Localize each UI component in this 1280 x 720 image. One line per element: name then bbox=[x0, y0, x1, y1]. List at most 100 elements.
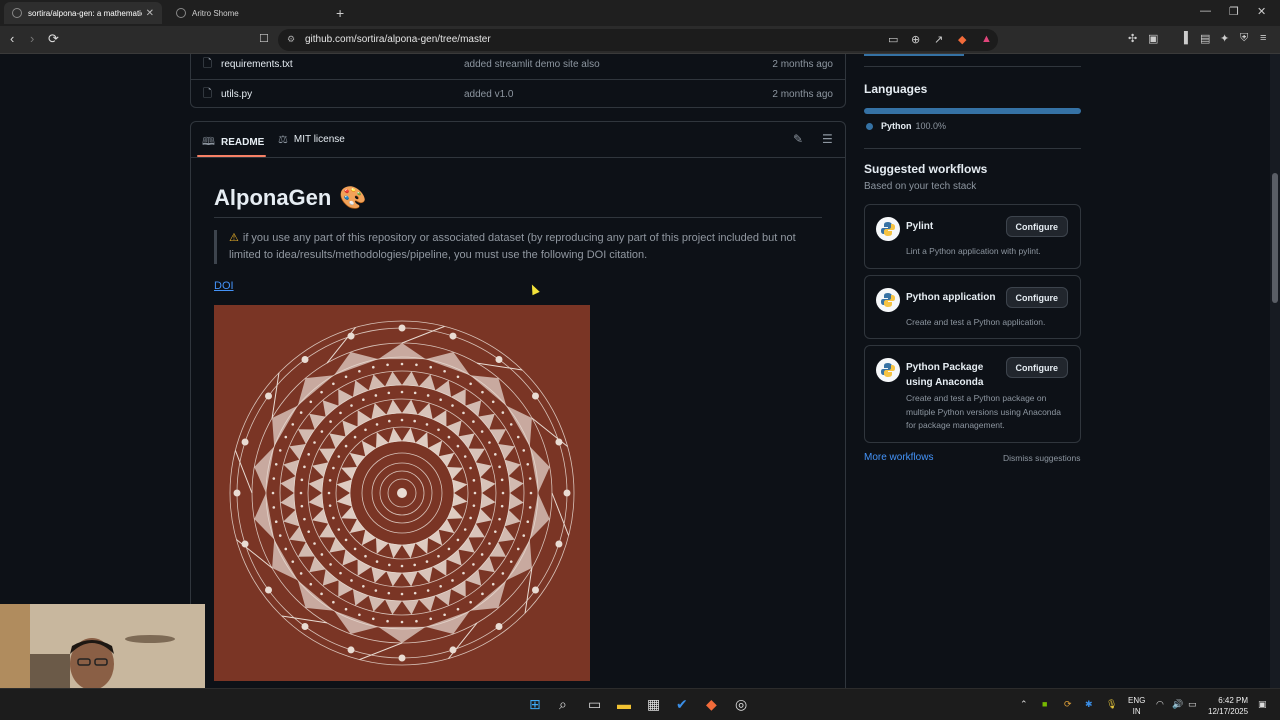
brave-rewards-icon[interactable]: ▲ bbox=[981, 33, 992, 45]
workflow-description: Create and test a Python package on mult… bbox=[906, 393, 1061, 430]
file-name[interactable]: requirements.txt bbox=[221, 59, 293, 70]
menu-icon[interactable]: ≡ bbox=[1260, 32, 1266, 44]
minimize-icon[interactable]: — bbox=[1200, 5, 1211, 17]
terminal-icon[interactable]: ▭ bbox=[588, 696, 601, 713]
forward-icon[interactable]: › bbox=[30, 31, 34, 46]
python-logo-icon bbox=[876, 217, 900, 241]
sidebar-icon[interactable]: ▐ bbox=[1180, 32, 1188, 44]
address-bar[interactable]: ⚙ github.com/sortira/alpona-gen/tree/mas… bbox=[278, 29, 998, 51]
wallet-icon[interactable]: ▤ bbox=[1200, 32, 1210, 45]
github-favicon-icon bbox=[12, 8, 22, 18]
workflows-heading: Suggested workflows bbox=[864, 162, 988, 176]
doi-badge-link[interactable]: DOI bbox=[214, 280, 234, 292]
file-explorer-icon[interactable]: ▬ bbox=[617, 696, 631, 712]
nvidia-icon[interactable]: ■ bbox=[1042, 699, 1047, 709]
configure-button[interactable]: Configure bbox=[1005, 287, 1068, 308]
new-tab-icon[interactable]: + bbox=[336, 5, 344, 21]
warning-icon: ⚠ bbox=[229, 232, 239, 244]
clock-date: 12/17/2025 bbox=[1208, 707, 1249, 716]
search-icon[interactable]: ⌕ bbox=[559, 696, 567, 713]
windows-taskbar: ⊞ ⌕ ▭ ▬ ▦ ✔ ◆ ◎ ⌃ ■ ⟳ ✱ 🎙 ENG IN ◠ 🔊 ▭ 6… bbox=[0, 688, 1280, 720]
dismiss-suggestions-button[interactable]: Dismiss suggestions bbox=[1003, 453, 1080, 463]
zoom-icon[interactable]: ⊕ bbox=[911, 33, 920, 46]
brave-shields-icon[interactable]: ◆ bbox=[958, 33, 966, 46]
commit-message[interactable]: added v1.0 bbox=[464, 89, 514, 100]
volume-icon[interactable]: 🔊 bbox=[1172, 699, 1183, 710]
battery-icon[interactable]: ▭ bbox=[1188, 699, 1197, 710]
github-desktop-icon[interactable]: ◎ bbox=[735, 696, 747, 713]
bookmark-icon[interactable]: ☐ bbox=[259, 32, 269, 45]
workflow-description: Create and test a Python application. bbox=[906, 317, 1046, 327]
language-color-dot bbox=[866, 122, 873, 130]
commit-time: 2 months ago bbox=[772, 58, 833, 70]
title-divider bbox=[214, 217, 822, 218]
tab-license[interactable]: ⚖ MIT license bbox=[278, 133, 345, 146]
edit-pencil-icon[interactable]: ✎ bbox=[793, 132, 803, 146]
workflow-title[interactable]: Python Package using Anaconda bbox=[906, 360, 1006, 390]
back-icon[interactable]: ‹ bbox=[10, 31, 14, 46]
reload-icon[interactable]: ⟳ bbox=[48, 31, 59, 47]
wifi-icon[interactable]: ◠ bbox=[1156, 699, 1164, 710]
microphone-icon[interactable]: 🎙 bbox=[1106, 699, 1117, 710]
app-icon[interactable]: ▦ bbox=[647, 696, 660, 713]
system-clock[interactable]: 6:42 PM 12/17/2025 bbox=[1208, 695, 1248, 717]
workflow-title[interactable]: Pylint bbox=[906, 219, 1006, 234]
file-row[interactable]: 🗋 utils.py added v1.0 2 months ago bbox=[191, 79, 845, 109]
outline-list-icon[interactable]: ☰ bbox=[822, 132, 833, 146]
input-language[interactable]: ENG IN bbox=[1128, 695, 1145, 717]
active-tab-indicator bbox=[197, 155, 266, 157]
share-icon[interactable]: ↗ bbox=[934, 33, 943, 46]
browser-tab-bar: sortira/alpona-gen: a mathematic ✕ Aritr… bbox=[0, 0, 1280, 26]
vpn-icon[interactable]: ⛨ bbox=[1240, 32, 1248, 45]
file-name[interactable]: utils.py bbox=[221, 89, 252, 100]
book-icon: 🕮 bbox=[202, 136, 215, 148]
workflow-card-python-package-anaconda: Python Package using Anaconda Create and… bbox=[864, 345, 1081, 443]
close-tab-icon[interactable]: ✕ bbox=[146, 8, 154, 19]
file-list: 🗋 requirements.txt added streamlit demo … bbox=[190, 54, 846, 108]
file-row[interactable]: 🗋 requirements.txt added streamlit demo … bbox=[191, 54, 845, 79]
notification-icon[interactable]: ▣ bbox=[1258, 699, 1267, 710]
brave-browser-icon[interactable]: ◆ bbox=[706, 696, 717, 713]
cast-icon[interactable]: ▭ bbox=[888, 33, 898, 46]
commit-message[interactable]: added streamlit demo site also bbox=[464, 59, 600, 70]
sidebar-divider bbox=[864, 148, 1081, 149]
sync-icon[interactable]: ⟳ bbox=[1064, 699, 1072, 710]
workflow-title[interactable]: Python application bbox=[906, 290, 1016, 305]
tab-title: Aritro Shome bbox=[192, 8, 239, 18]
sidebar-divider bbox=[864, 66, 1081, 67]
alpona-pattern-svg bbox=[229, 320, 575, 666]
python-logo-icon bbox=[876, 358, 900, 382]
page-scrollbar[interactable] bbox=[1270, 54, 1280, 688]
doi-notice: ⚠ if you use any part of this repository … bbox=[214, 230, 814, 264]
workflows-subtitle: Based on your tech stack bbox=[864, 181, 977, 192]
workflow-card-pylint: Pylint Lint a Python application with py… bbox=[864, 204, 1081, 269]
commit-time: 2 months ago bbox=[772, 89, 833, 100]
scrollbar-thumb[interactable] bbox=[1272, 173, 1278, 303]
bluetooth-icon[interactable]: ✱ bbox=[1085, 699, 1093, 710]
url-text: github.com/sortira/alpona-gen/tree/maste… bbox=[305, 34, 491, 45]
workflow-card-python-application: Python application Create and test a Pyt… bbox=[864, 275, 1081, 339]
media-icon[interactable]: ▣ bbox=[1148, 32, 1158, 45]
notice-text: if you use any part of this repository o… bbox=[229, 232, 796, 261]
extensions-icon[interactable]: ✣ bbox=[1128, 32, 1137, 45]
todo-check-icon[interactable]: ✔ bbox=[676, 696, 688, 713]
tab-alpona-gen[interactable]: sortira/alpona-gen: a mathematic ✕ bbox=[4, 2, 162, 24]
alpona-pattern-image bbox=[214, 305, 590, 681]
python-logo-icon bbox=[876, 288, 900, 312]
windows-start-icon[interactable]: ⊞ bbox=[529, 696, 541, 713]
language-python[interactable]: Python 100.0% bbox=[866, 121, 946, 131]
configure-button[interactable]: Configure bbox=[1005, 216, 1068, 237]
prev-section-bar bbox=[864, 54, 964, 56]
close-window-icon[interactable]: ✕ bbox=[1257, 5, 1266, 18]
readme-panel: 🕮 README ⚖ MIT license ✎ ☰ AlponaGen 🎨 ⚠ i… bbox=[190, 121, 846, 688]
more-workflows-link[interactable]: More workflows bbox=[864, 452, 933, 463]
tray-overflow-icon[interactable]: ⌃ bbox=[1020, 699, 1028, 710]
palette-icon: 🎨 bbox=[339, 185, 367, 210]
tab-readme[interactable]: 🕮 README bbox=[202, 133, 264, 152]
tab-aritro-shome[interactable]: Aritro Shome bbox=[168, 2, 328, 24]
maximize-icon[interactable]: ❐ bbox=[1229, 5, 1239, 18]
configure-button[interactable]: Configure bbox=[1005, 357, 1068, 378]
readme-title-text: AlponaGen bbox=[214, 185, 332, 210]
site-info-icon[interactable]: ⚙ bbox=[287, 34, 295, 45]
leo-ai-icon[interactable]: ✦ bbox=[1220, 32, 1229, 45]
